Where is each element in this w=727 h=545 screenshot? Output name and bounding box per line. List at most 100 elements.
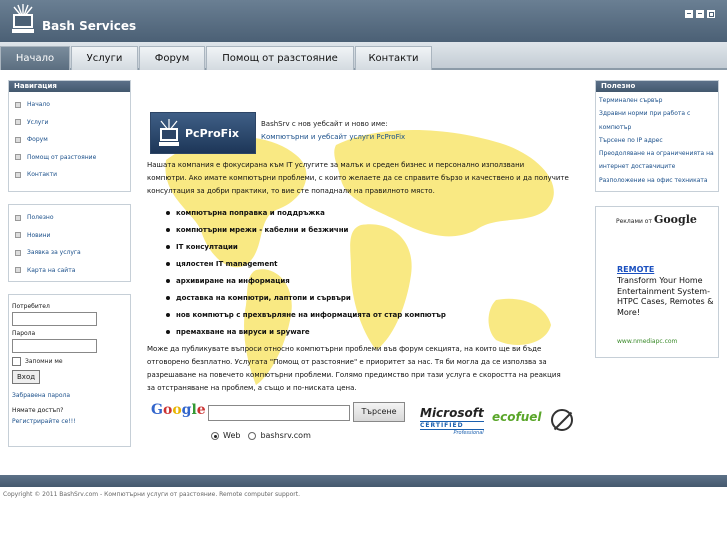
paragraph-line: отговорено безплатно. Услугата "Помощ от… [147,358,547,366]
password-label: Парола [12,330,36,337]
remember-me-checkbox[interactable]: Запомни ме [12,357,127,366]
square-bullet-icon [15,101,21,108]
square-bullet-icon [15,232,21,239]
username-input[interactable] [12,312,97,326]
square-bullet-icon [15,249,21,256]
navigation-box: Навигация Начало Услуги Форум Помощ от р… [8,80,131,192]
sidebar-item-sitemap[interactable]: Карта на сайта [15,262,124,280]
footer-bar [0,475,727,487]
ad-url[interactable]: www.nmediapc.com [617,338,677,345]
login-button[interactable]: Вход [12,370,41,384]
ms-badge-title: Microsoft [420,406,484,420]
service-bullet: цялостен IT management [166,260,278,268]
sidebar-item-label: Начало [27,101,50,109]
google-ad-box: Реклами от Google REMOTE Transform Your … [595,206,719,358]
ms-badge-pro: Professional [453,430,484,436]
site-header: Bash Services [0,0,727,42]
sidebar-item-label: Контакти [27,171,58,179]
sidebar-item-home[interactable]: Начало [15,96,124,114]
sidebar-item-label: Новини [27,231,51,239]
service-bullet: компютърна поправка и поддръжка [166,209,325,217]
useful-link[interactable]: Терминален сървър [599,94,715,107]
service-bullet: архивиране на информация [166,277,290,285]
square-bullet-icon [15,136,21,143]
tab-home[interactable]: Начало [0,46,70,70]
maximize-icon[interactable] [707,10,715,18]
useful-title: Полезно [596,81,718,92]
tab-contacts[interactable]: Контакти [355,46,432,70]
computer-logo-icon [159,119,179,146]
square-bullet-icon [15,171,21,178]
microsoft-certified-badge: Microsoft CERTIFIED Professional [420,406,484,436]
sidebar-item-label: Заявка за услуга [27,249,81,257]
checkbox-icon [12,357,21,366]
sidebar-item-label: Карта на сайта [27,266,76,274]
sidebar-item-useful[interactable]: Полезно [15,209,124,227]
sidebar-item-label: Форум [27,136,48,144]
ad-google: Google [653,213,697,226]
google-logo-letter: o [162,402,173,418]
search-scope-options: Web bashsrv.com [211,431,311,440]
forgot-password-link[interactable]: Забравена парола [12,392,127,399]
ad-prefix: Реклами от [616,218,652,225]
ad-title-link[interactable]: REMOTE [617,265,654,274]
search-site-radio[interactable] [248,431,257,440]
main-nav: Начало Услуги Форум Помощ от разстояние … [0,42,727,70]
search-site-label: bashsrv.com [260,431,311,440]
paragraph-line: консултация за добри практики, то вие ст… [147,187,435,195]
useful-link[interactable]: Здравни норми при работа с [599,107,715,120]
google-logo-letter: e [196,402,206,418]
useful-link[interactable]: интернет доставчиците [599,160,715,173]
search-web-radio[interactable] [211,431,219,440]
sidebar-item-contacts[interactable]: Контакти [15,166,124,184]
service-bullet: доставка на компютри, лаптопи и сървъри [166,294,351,302]
sidebar-item-services[interactable]: Услуги [15,114,124,132]
window-controls [685,10,715,18]
sidebar-item-service-request[interactable]: Заявка за услуга [15,244,124,262]
pcprofix-banner[interactable]: PcProFix [150,112,256,154]
paragraph-line: Може да публикувате въпроси относно комп… [147,345,542,353]
service-bullet: нов компютър с прехвърляне на информация… [166,311,446,319]
footer-copyright: Copyright © 2011 BashSrv.com - Компютърн… [3,491,300,498]
site-logo[interactable]: Bash Services [8,4,136,34]
forum-paragraph: Може да публикувате въпроси относно комп… [147,343,579,395]
google-search-input[interactable] [208,405,350,421]
useful-link[interactable]: компютър [599,121,715,134]
google-logo-letter: G [151,402,163,418]
add-icon[interactable] [685,10,693,18]
tab-services[interactable]: Услуги [71,46,138,70]
paragraph-line: за отстраняване на проблем, а също и по-… [147,384,357,392]
tab-forum[interactable]: Форум [139,46,205,70]
google-logo-letter: g [181,402,192,418]
intro-paragraph: Нашата компания е фокусирана към IT услу… [147,159,579,198]
computer-logo-icon [8,4,38,34]
sidebar-item-news[interactable]: Новини [15,227,124,245]
paragraph-line: компютри. Ако имате компютърни проблеми,… [147,174,569,182]
remember-me-label: Запомни ме [25,358,63,365]
tab-remote-help[interactable]: Помощ от разстояние [206,46,354,70]
google-search-button[interactable]: Търсене [353,402,405,422]
useful-link[interactable]: Преодоляване на ограниченията на [599,147,715,160]
password-input[interactable] [12,339,97,353]
square-bullet-icon [15,214,21,221]
sidebar-item-forum[interactable]: Форум [15,131,124,149]
banner-text: PcProFix [185,126,240,140]
sidebar-item-remote-help[interactable]: Помощ от разстояние [15,149,124,167]
paragraph-line: Нашата компания е фокусирана към IT услу… [147,161,525,169]
intro-link[interactable]: Компютърни и уебсайт услуги PcProFix [261,131,405,144]
useful-box: Полезно Терминален сървър Здравни норми … [595,80,719,192]
paragraph-line: разрешаване на повечето компютърни пробл… [147,371,561,379]
ecofuel-badge: ecofuel [492,410,542,424]
service-bullet: премахване на вируси и spyware [166,328,310,336]
intro-text: BashSrv с нов уебсайт и ново име: Компют… [261,118,405,144]
ad-body[interactable]: Transform Your Home Entertainment System… [617,276,717,318]
minimize-icon[interactable] [696,10,704,18]
sidebar-item-label: Услуги [27,118,49,126]
navigation-title: Навигация [9,81,130,92]
useful-link[interactable]: Търсене по IP адрес [599,134,715,147]
square-bullet-icon [15,154,21,161]
google-logo-letter: o [172,402,182,418]
register-link[interactable]: Регистрирайте се!!! [12,418,127,425]
ad-header: Реклами от Google [616,213,697,226]
useful-link[interactable]: Разположение на офис техниката [599,174,715,187]
